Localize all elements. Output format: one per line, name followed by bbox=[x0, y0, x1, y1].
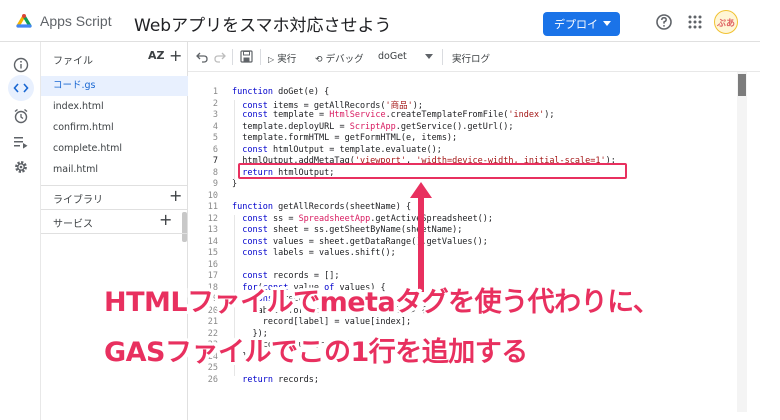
libraries-section-label: ライブラリ bbox=[53, 195, 103, 206]
file-item-confirm-html[interactable]: confirm.html bbox=[41, 118, 188, 138]
editor-toolbar: ▷ 実行 ⟲ デバッグ doGet 実行ログ bbox=[188, 42, 760, 72]
undo-icon[interactable] bbox=[196, 51, 208, 63]
toolbar-divider bbox=[442, 49, 443, 65]
code-line[interactable]: const labels = values.shift(); bbox=[232, 248, 396, 258]
deploy-label: デプロイ bbox=[554, 18, 598, 31]
line-number: 26 bbox=[207, 374, 218, 385]
app-name[interactable]: Apps Script bbox=[40, 13, 112, 29]
code-line[interactable]: const values = sheet.getDataRange().getV… bbox=[232, 237, 488, 247]
file-item-index-html[interactable]: index.html bbox=[41, 97, 188, 117]
executions-icon[interactable] bbox=[10, 131, 32, 153]
highlight-box bbox=[238, 163, 627, 179]
toolbar-divider bbox=[232, 49, 233, 65]
editor-icon[interactable] bbox=[8, 75, 34, 101]
debug-label: デバッグ bbox=[325, 54, 364, 65]
editor-scrollbar[interactable] bbox=[737, 72, 747, 412]
code-line[interactable]: return records; bbox=[232, 375, 319, 385]
left-rail bbox=[0, 42, 40, 420]
apps-script-editor: Apps Script Webアプリをスマホ対応させよう デプロイ ぷあ ファイ… bbox=[0, 0, 780, 420]
file-item-code-gs[interactable]: コード.gs bbox=[41, 76, 188, 96]
file-item-mail-html[interactable]: mail.html bbox=[41, 160, 188, 180]
add-service-plus-icon[interactable]: + bbox=[159, 212, 172, 228]
code-line[interactable]: function doGet(e) { bbox=[232, 87, 329, 97]
line-number: 12 bbox=[207, 213, 218, 224]
line-number: 2 bbox=[212, 98, 218, 109]
line-number: 11 bbox=[207, 202, 218, 212]
apps-script-logo-icon[interactable] bbox=[14, 12, 34, 32]
code-line[interactable]: const template = HtmlService.createTempl… bbox=[232, 110, 554, 120]
line-number: 4 bbox=[212, 121, 218, 132]
file-item-complete-html[interactable]: complete.html bbox=[41, 139, 188, 159]
annotation-arrow-shaft bbox=[418, 196, 424, 292]
add-library-plus-icon[interactable]: + bbox=[169, 188, 182, 204]
function-select-value: doGet bbox=[378, 51, 407, 62]
line-number: 5 bbox=[212, 133, 218, 143]
line-number: 9 bbox=[212, 179, 218, 189]
annotation-line-1: HTMLファイルでmetaタグを使う代わりに、 bbox=[104, 287, 660, 318]
project-title[interactable]: Webアプリをスマホ対応させよう bbox=[134, 11, 392, 36]
run-play-icon: ▷ bbox=[268, 55, 275, 64]
function-select-caret-icon[interactable] bbox=[425, 54, 433, 59]
overview-icon[interactable] bbox=[10, 54, 32, 76]
indent-guide bbox=[234, 99, 235, 180]
help-icon[interactable] bbox=[655, 13, 673, 31]
apps-grid-icon[interactable] bbox=[686, 13, 704, 31]
code-line[interactable]: const items = getAllRecords('商品'); bbox=[232, 99, 423, 111]
line-number: 14 bbox=[207, 236, 218, 247]
divider bbox=[41, 233, 188, 234]
line-number: 8 bbox=[212, 167, 218, 178]
services-section-label: サービス bbox=[53, 219, 93, 230]
save-icon[interactable] bbox=[240, 50, 253, 63]
code-line[interactable]: const ss = SpreadsheetApp.getActiveSprea… bbox=[232, 214, 493, 224]
debug-icon: ⟲ bbox=[315, 55, 323, 65]
sort-az-icon[interactable]: AZ bbox=[148, 49, 165, 62]
execution-log-button[interactable]: 実行ログ bbox=[452, 51, 490, 65]
line-number: 16 bbox=[207, 259, 218, 270]
top-bar: Apps Script Webアプリをスマホ対応させよう デプロイ ぷあ bbox=[0, 0, 760, 42]
line-number: 1 bbox=[212, 87, 218, 97]
divider bbox=[41, 185, 188, 186]
line-number: 7 bbox=[212, 156, 218, 166]
redo-icon[interactable] bbox=[214, 51, 226, 63]
run-button[interactable]: ▷ 実行 bbox=[268, 51, 296, 65]
line-number: 10 bbox=[207, 190, 218, 201]
avatar[interactable]: ぷあ bbox=[714, 10, 738, 34]
deploy-button[interactable]: デプロイ bbox=[543, 12, 620, 36]
code-line[interactable]: template.formHTML = getFormHTML(e, items… bbox=[232, 133, 457, 143]
code-line[interactable]: } bbox=[232, 179, 237, 189]
settings-gear-icon[interactable] bbox=[10, 156, 32, 178]
function-select[interactable]: doGet bbox=[378, 51, 407, 62]
deploy-caret-icon bbox=[603, 21, 611, 26]
code-line[interactable]: const htmlOutput = template.evaluate(); bbox=[232, 145, 442, 155]
code-line[interactable]: const sheet = ss.getSheetByName(sheetNam… bbox=[232, 225, 462, 235]
line-number: 6 bbox=[212, 144, 218, 155]
add-file-plus-icon[interactable]: + bbox=[169, 48, 182, 64]
toolbar-divider bbox=[260, 49, 261, 65]
editor-scrollbar-thumb[interactable] bbox=[738, 74, 746, 96]
run-label: 実行 bbox=[277, 54, 297, 65]
annotation-arrow-up-icon bbox=[410, 182, 432, 198]
line-number: 15 bbox=[207, 248, 218, 258]
line-number: 13 bbox=[207, 225, 218, 235]
line-number: 3 bbox=[212, 110, 218, 120]
annotation-line-2: GASファイルでこの1行を追加する bbox=[104, 337, 528, 368]
files-title: ファイル bbox=[53, 56, 93, 67]
files-scrollbar[interactable] bbox=[182, 212, 187, 242]
code-line[interactable]: function getAllRecords(sheetName) { bbox=[232, 202, 411, 212]
triggers-clock-icon[interactable] bbox=[10, 105, 32, 127]
code-line[interactable]: template.deployURL = ScriptApp.getServic… bbox=[232, 122, 513, 132]
debug-button[interactable]: ⟲ デバッグ bbox=[315, 51, 364, 65]
